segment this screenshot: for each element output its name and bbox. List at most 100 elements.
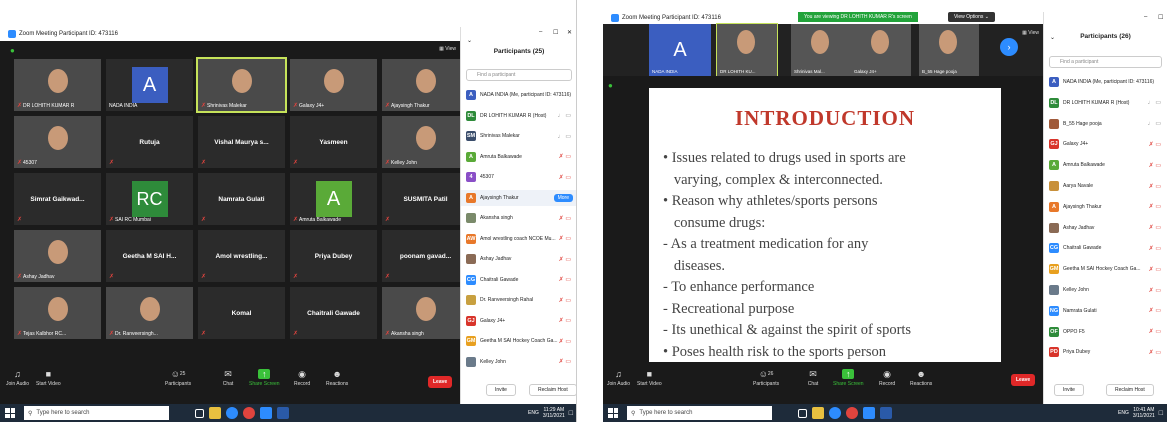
participant-tile[interactable]: Priya Dubey ✗: [290, 230, 377, 282]
participant-row[interactable]: NG Namrata Gulati ✗ ▭: [1044, 303, 1167, 319]
find-participant-input[interactable]: Find a participant: [466, 69, 572, 81]
share-screen-button[interactable]: ↑ Share Screen: [249, 369, 280, 387]
record-button[interactable]: ◉ Record: [879, 369, 895, 388]
file-explorer-icon[interactable]: [209, 407, 221, 419]
minimize-icon[interactable]: –: [1144, 14, 1147, 20]
participant-row[interactable]: Aarya Navale ✗ ▭: [1044, 178, 1167, 194]
participant-row[interactable]: A Ajaysingh Thakur More: [461, 189, 576, 206]
file-explorer-icon[interactable]: [812, 407, 824, 419]
participant-row[interactable]: GM Geetha M SAI Hockey Coach Ga... ✗ ▭: [461, 333, 576, 349]
task-view-icon[interactable]: [798, 408, 807, 418]
minimize-icon[interactable]: –: [539, 29, 542, 35]
zoom-taskbar-icon[interactable]: [863, 407, 875, 419]
thumbnail-video[interactable]: Shrinivas Mal...: [791, 24, 851, 76]
participant-tile[interactable]: ✗DR LOHITH KUMAR R: [14, 59, 101, 111]
zoom-taskbar-icon[interactable]: [260, 407, 272, 419]
participant-tile[interactable]: Simrat Gaikwad... ✗: [14, 173, 101, 225]
thumbnail-video[interactable]: Galaxy J4+: [851, 24, 911, 76]
participant-row[interactable]: Akansha singh ✗ ▭: [461, 210, 576, 226]
record-button[interactable]: ◉ Record: [294, 369, 310, 388]
participant-row[interactable]: GJ Galaxy J4+ ✗ ▭: [461, 313, 576, 329]
participant-tile[interactable]: Rutuja ✗: [106, 116, 193, 168]
chrome-icon[interactable]: [846, 407, 858, 419]
participant-row[interactable]: A Amruta Balkawade ✗ ▭: [1044, 157, 1167, 173]
notification-icon[interactable]: □: [569, 410, 573, 417]
task-view-icon[interactable]: [195, 408, 204, 418]
participant-tile[interactable]: ✗Akansha singh: [382, 287, 469, 339]
participant-row[interactable]: CG Chaitrali Gawade ✗ ▭: [461, 272, 576, 288]
participant-row[interactable]: Ashay Jadhav ✗ ▭: [1044, 220, 1167, 236]
view-options-button[interactable]: View Options ⌄: [948, 12, 995, 22]
participant-tile[interactable]: A NADA INDIA: [106, 59, 193, 111]
participant-tile[interactable]: ✗Galaxy J4+: [290, 59, 377, 111]
reclaim-host-button[interactable]: Reclaim Host: [529, 384, 576, 396]
participants-button[interactable]: ☺ 26 Participants: [753, 369, 779, 387]
edge-icon[interactable]: [829, 407, 841, 419]
view-button[interactable]: ▦ View: [1022, 30, 1039, 36]
view-button[interactable]: ▦ View: [439, 46, 456, 52]
word-icon[interactable]: [880, 407, 892, 419]
participant-tile[interactable]: ✗Tejas Kalbhor RC...: [14, 287, 101, 339]
participant-row[interactable]: A Amruta Balkawade ✗ ▭: [461, 149, 576, 165]
participant-tile[interactable]: ✗Ajaysingh Thakur: [382, 59, 469, 111]
word-icon[interactable]: [277, 407, 289, 419]
invite-button[interactable]: Invite: [1054, 384, 1084, 396]
reactions-button[interactable]: ☻ Reactions: [910, 369, 932, 387]
find-participant-input[interactable]: Find a participant: [1049, 56, 1162, 68]
participant-tile[interactable]: A ✗Amruta Balkawade: [290, 173, 377, 225]
participant-row[interactable]: Kelley John ✗ ▭: [461, 354, 576, 370]
participant-tile[interactable]: poonam gavad... ✗: [382, 230, 469, 282]
participant-row[interactable]: A NADA INDIA (Me, participant ID: 473116): [1044, 74, 1167, 90]
leave-button[interactable]: Leave: [428, 376, 453, 388]
thumbnail-video[interactable]: B_55 Hage pooja: [919, 24, 979, 76]
participant-row[interactable]: OF OPPO F5 ✗ ▭: [1044, 324, 1167, 340]
join-audio-button[interactable]: ♫ Join Audio: [607, 369, 630, 387]
edge-icon[interactable]: [226, 407, 238, 419]
participant-row[interactable]: A NADA INDIA (Me, participant ID: 473116): [461, 87, 576, 103]
reactions-button[interactable]: ☻ Reactions: [326, 369, 348, 387]
participant-row[interactable]: AW Amol wrestling coach NCOE Mu... ✗ ▭: [461, 231, 576, 247]
participant-tile[interactable]: Yasmeen ✗: [290, 116, 377, 168]
participant-row[interactable]: GJ Galaxy J4+ ✗ ▭: [1044, 136, 1167, 152]
join-audio-button[interactable]: ♫ Join Audio: [6, 369, 29, 387]
participant-tile[interactable]: Komal ✗: [198, 287, 285, 339]
participant-row[interactable]: Dr. Ranveersingh Rahal ✗ ▭: [461, 292, 576, 308]
participant-tile[interactable]: Chaitrali Gawade ✗: [290, 287, 377, 339]
more-button[interactable]: More: [553, 193, 573, 202]
popout-icon[interactable]: ☐: [553, 29, 558, 36]
leave-button[interactable]: Leave: [1011, 374, 1036, 386]
windows-start-icon[interactable]: [608, 408, 618, 418]
reclaim-host-button[interactable]: Reclaim Host: [1106, 384, 1154, 396]
participant-row[interactable]: B_55 Hage pooja ♩ ▭: [1044, 116, 1167, 132]
participant-tile[interactable]: ✗Shrinivas Malekar: [196, 57, 287, 113]
taskbar-search-box[interactable]: ⚲ Type here to search: [24, 406, 169, 420]
start-video-button[interactable]: ■ Start Video: [36, 369, 61, 387]
participants-button[interactable]: ☺ 25 Participants: [165, 369, 191, 387]
thumbnail-video[interactable]: DR LOHITH KU...: [716, 23, 778, 77]
invite-button[interactable]: Invite: [486, 384, 516, 396]
participant-tile[interactable]: Namrata Gulati ✗: [198, 173, 285, 225]
next-page-icon[interactable]: ›: [1000, 38, 1018, 56]
participant-row[interactable]: SM Shrinivas Malekar ♩ ▭: [461, 128, 576, 144]
participant-tile[interactable]: SUSMITA Patil ✗: [382, 173, 469, 225]
chrome-icon[interactable]: [243, 407, 255, 419]
participant-row[interactable]: CG Chaitrali Gawade ✗ ▭: [1044, 240, 1167, 256]
participant-row[interactable]: DL DR LOHITH KUMAR R (Host) ♩ ▭: [461, 108, 576, 124]
close-icon[interactable]: ✕: [567, 29, 572, 36]
notification-icon[interactable]: □: [1159, 410, 1163, 417]
thumbnail-video[interactable]: A NADA INDIA: [649, 24, 711, 76]
participant-row[interactable]: DL DR LOHITH KUMAR R (Host) ♩ ▭: [1044, 95, 1167, 111]
taskbar-search-box[interactable]: ⚲ Type here to search: [627, 406, 772, 420]
participant-row[interactable]: Ashay Jadhav ✗ ▭: [461, 251, 576, 267]
participant-tile[interactable]: ✗Ashay Jadhav: [14, 230, 101, 282]
participant-row[interactable]: Kelley John ✗ ▭: [1044, 282, 1167, 298]
participant-tile[interactable]: Vishal Maurya s... ✗: [198, 116, 285, 168]
participant-row[interactable]: PD Priya Dubey ✗ ▭: [1044, 344, 1167, 360]
participant-tile[interactable]: ✗Kelley John: [382, 116, 469, 168]
participant-tile[interactable]: ✗45307: [14, 116, 101, 168]
participant-tile[interactable]: Amol wrestling... ✗: [198, 230, 285, 282]
windows-start-icon[interactable]: [5, 408, 15, 418]
participant-row[interactable]: A Ajaysingh Thakur ✗ ▭: [1044, 199, 1167, 215]
share-screen-button[interactable]: ↑ Share Screen: [833, 369, 864, 387]
participant-row[interactable]: 4 45307 ✗ ▭: [461, 169, 576, 185]
